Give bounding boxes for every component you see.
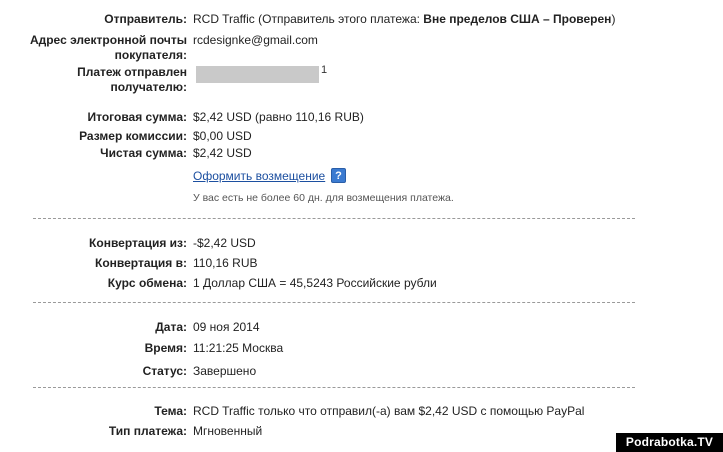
sender-value: RCD Traffic (Отправитель этого платежа: … bbox=[193, 12, 615, 27]
subject-label: Тема: bbox=[154, 404, 187, 418]
time-label: Время: bbox=[144, 341, 187, 355]
convert-to-value: 110,16 RUB bbox=[193, 256, 258, 270]
gross-value: $2,42 USD (равно 110,16 RUB) bbox=[193, 110, 364, 124]
gross-label: Итоговая сумма: bbox=[87, 110, 187, 124]
subject-value: RCD Traffic только что отправил(-а) вам … bbox=[193, 404, 585, 418]
date-value: 09 ноя 2014 bbox=[193, 320, 260, 334]
convert-from-value: -$2,42 USD bbox=[193, 236, 256, 250]
payment-type-label: Тип платежа: bbox=[108, 424, 187, 438]
status-label: Статус: bbox=[142, 364, 187, 378]
date-label: Дата: bbox=[155, 320, 187, 334]
convert-to-label: Конвертация в: bbox=[95, 256, 187, 270]
payment-type-value: Мгновенный bbox=[193, 424, 263, 438]
sender-email-label: Адрес электронной почты покупателя: bbox=[30, 33, 187, 63]
watermark: Podrabotka.TV bbox=[616, 433, 723, 452]
rate-label: Курс обмена: bbox=[107, 276, 187, 290]
net-label: Чистая сумма: bbox=[100, 146, 187, 160]
recipient-tail: 1 bbox=[321, 64, 328, 76]
sender-status: Вне пределов США – Проверен bbox=[423, 12, 612, 26]
help-icon[interactable]: ? bbox=[331, 168, 346, 183]
separator bbox=[33, 387, 635, 388]
sender-email-label-line2: покупателя: bbox=[114, 48, 187, 62]
fee-value: $0,00 USD bbox=[193, 129, 252, 143]
separator bbox=[33, 302, 635, 303]
rate-value: 1 Доллар США = 45,5243 Российские рубли bbox=[193, 276, 437, 290]
refund-link[interactable]: Оформить возмещение bbox=[193, 169, 325, 184]
sender-email-label-line1: Адрес электронной почты bbox=[29, 33, 187, 47]
sender-email-value: rcdesignke@gmail.com bbox=[193, 33, 318, 47]
sender-tail: ) bbox=[611, 12, 616, 26]
separator bbox=[33, 218, 635, 219]
recipient-label-line1: Платеж отправлен bbox=[77, 65, 187, 79]
time-value: 11:21:25 Москва bbox=[193, 341, 284, 355]
redacted-recipient bbox=[196, 66, 319, 83]
recipient-label-line2: получателю: bbox=[110, 80, 187, 94]
sender-name: RCD Traffic (Отправитель этого платежа: bbox=[193, 12, 424, 26]
net-value: $2,42 USD bbox=[193, 146, 252, 160]
sender-label: Отправитель: bbox=[104, 12, 187, 26]
convert-from-label: Конвертация из: bbox=[89, 236, 187, 250]
recipient-label: Платеж отправлен получателю: bbox=[77, 65, 187, 95]
fee-label: Размер комиссии: bbox=[79, 129, 187, 143]
refund-note: У вас есть не более 60 дн. для возмещени… bbox=[193, 192, 454, 204]
status-value: Завершено bbox=[193, 364, 257, 378]
